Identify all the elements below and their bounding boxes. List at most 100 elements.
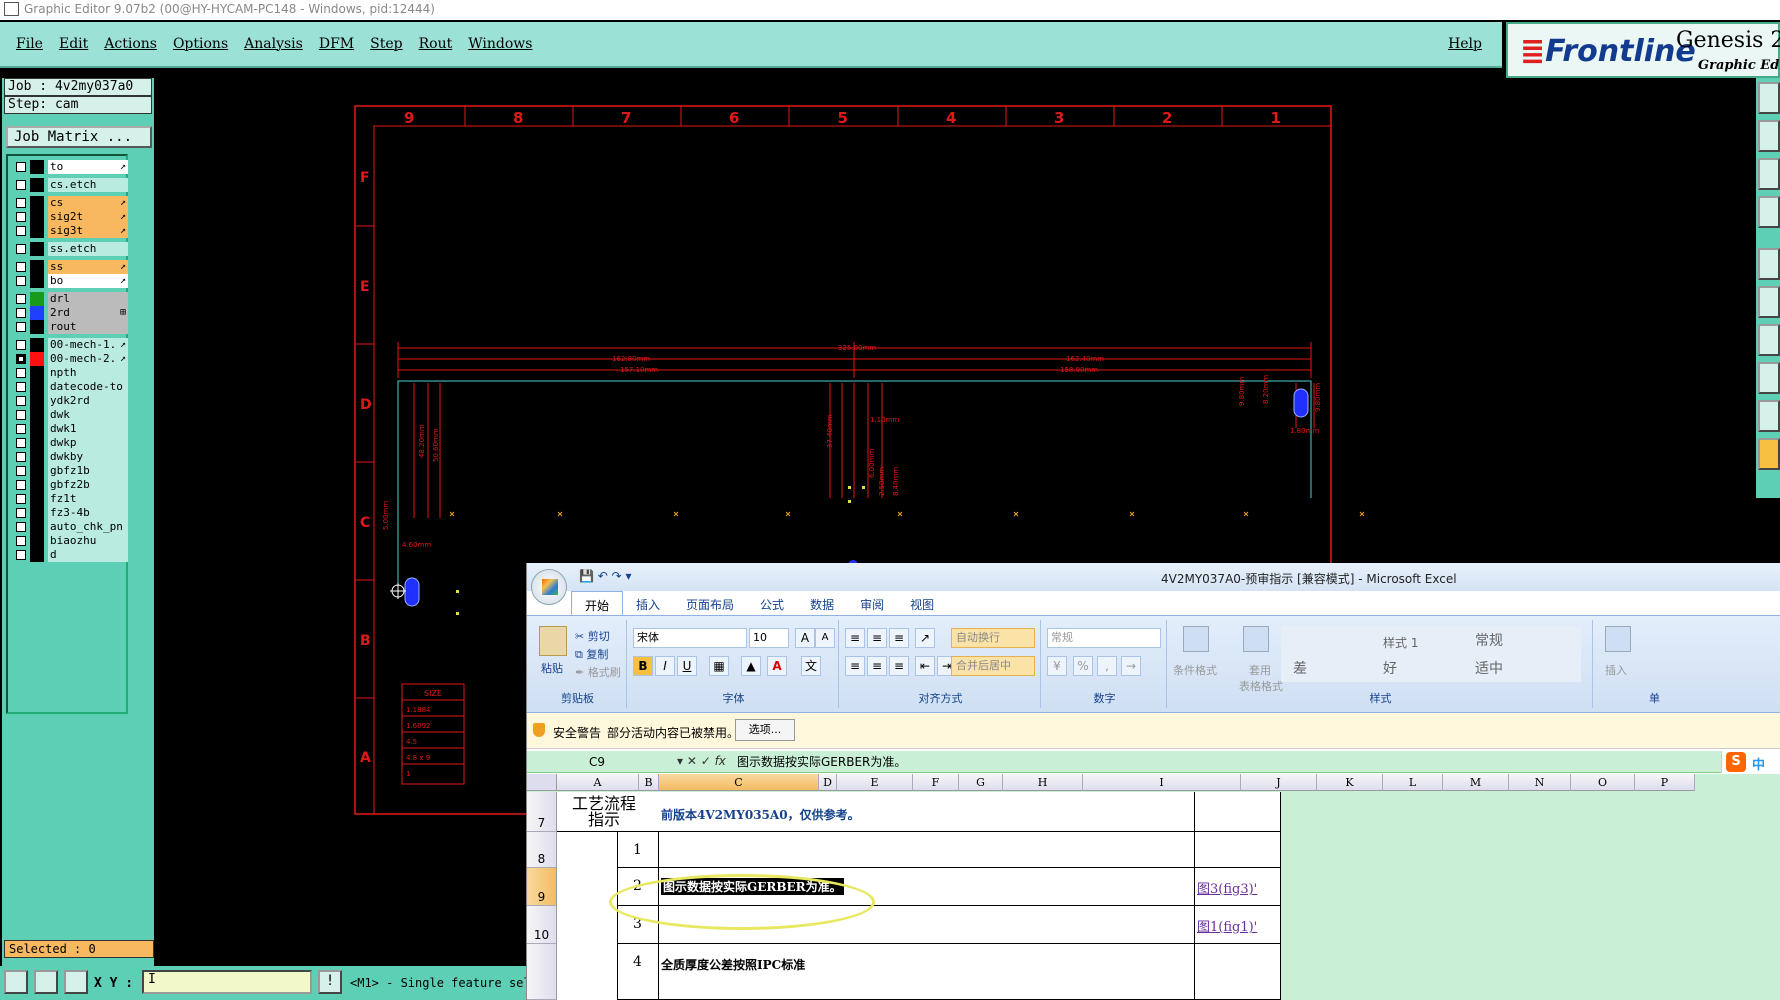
layer-row[interactable]: fz3-4b <box>12 506 128 520</box>
font-name-select[interactable]: 宋体 <box>633 628 747 648</box>
fig1-link[interactable]: 图1(fig1)' <box>1197 916 1257 935</box>
tool-route-icon[interactable] <box>1758 286 1780 318</box>
layer-row[interactable]: 00-mech-1. ↗ <box>12 338 128 352</box>
layer-row[interactable]: to ↗ <box>12 160 128 174</box>
layer-color-swatch[interactable] <box>30 478 44 492</box>
layer-name[interactable]: dwkby <box>48 450 128 464</box>
style-bad[interactable]: 差 <box>1293 658 1307 678</box>
column-header[interactable]: P <box>1635 774 1695 791</box>
layer-color-swatch[interactable] <box>30 306 44 320</box>
select-all-corner[interactable] <box>527 774 557 791</box>
layer-row[interactable]: npth <box>12 366 128 380</box>
menu-help[interactable]: Help <box>1440 36 1490 52</box>
font-size-select[interactable]: 10 <box>749 628 789 648</box>
layer-checkbox[interactable] <box>16 452 26 462</box>
snap-icon[interactable] <box>4 970 28 994</box>
ribbon-tab[interactable]: 页面布局 <box>673 591 747 615</box>
layer-color-swatch[interactable] <box>30 436 44 450</box>
job-matrix-button[interactable]: Job Matrix ... <box>6 126 152 148</box>
grid-icon[interactable] <box>64 970 88 994</box>
column-header[interactable]: F <box>913 774 959 791</box>
layer-checkbox[interactable] <box>16 340 26 350</box>
ribbon-tab[interactable]: 开始 <box>571 591 624 615</box>
style-gallery[interactable] <box>1281 626 1581 682</box>
layer-name[interactable]: rout <box>48 320 128 334</box>
xy-input[interactable]: I <box>142 970 312 994</box>
layer-checkbox[interactable] <box>16 410 26 420</box>
layer-color-swatch[interactable] <box>30 464 44 478</box>
layer-checkbox[interactable] <box>16 322 26 332</box>
italic-button[interactable]: I <box>655 656 675 676</box>
percent-icon[interactable]: % <box>1073 656 1093 676</box>
fill-color-icon[interactable]: ▲ <box>741 656 761 676</box>
indent-decrease-icon[interactable]: ⇤ <box>915 656 935 676</box>
column-header[interactable]: K <box>1317 774 1383 791</box>
cell-j11[interactable] <box>1195 944 1281 1000</box>
tool-select-icon[interactable] <box>1758 438 1780 470</box>
layer-row[interactable]: bo ↗ <box>12 274 128 288</box>
layer-checkbox[interactable] <box>16 198 26 208</box>
shrink-font-icon[interactable]: A <box>815 628 835 648</box>
layer-row[interactable]: d <box>12 548 128 562</box>
conditional-format-button[interactable]: 条件格式 <box>1173 662 1217 678</box>
layer-checkbox[interactable] <box>16 536 26 546</box>
menu-windows[interactable]: Windows <box>460 36 540 52</box>
layer-name[interactable]: auto_chk_pn <box>48 520 128 534</box>
info-icon[interactable]: ! <box>318 970 342 994</box>
column-header[interactable]: M <box>1443 774 1509 791</box>
layer-row[interactable]: biaozhu <box>12 534 128 548</box>
layer-color-swatch[interactable] <box>30 534 44 548</box>
menu-rout[interactable]: Rout <box>411 36 461 52</box>
layer-name[interactable]: npth <box>48 366 128 380</box>
name-box[interactable]: C9 <box>529 753 665 771</box>
cut-button[interactable]: ✂ 剪切 <box>575 628 610 644</box>
ribbon-tab[interactable]: 数据 <box>797 591 847 615</box>
row-header[interactable]: 8 <box>527 832 557 868</box>
layer-row[interactable]: ss ↗ <box>12 260 128 274</box>
tool-move-icon[interactable] <box>1758 120 1780 152</box>
layer-color-swatch[interactable] <box>30 320 44 334</box>
ribbon-tab[interactable]: 公式 <box>747 591 797 615</box>
cell-a8[interactable] <box>557 832 617 1000</box>
column-header[interactable]: O <box>1571 774 1635 791</box>
style-normal[interactable]: 常规 <box>1475 630 1503 650</box>
layer-checkbox[interactable] <box>16 396 26 406</box>
font-color-icon[interactable]: A <box>767 656 787 676</box>
layer-name[interactable]: ss ↗ <box>48 260 128 274</box>
column-header[interactable]: H <box>1003 774 1083 791</box>
align-bottom-icon[interactable]: ≡ <box>889 628 909 648</box>
layer-name[interactable]: dwkp <box>48 436 128 450</box>
layer-row[interactable]: gbfz2b <box>12 478 128 492</box>
row-header[interactable]: 10 <box>527 906 557 944</box>
style-good[interactable]: 好 <box>1383 658 1397 678</box>
increase-decimal-icon[interactable]: → <box>1121 656 1141 676</box>
column-header[interactable]: C <box>659 774 819 791</box>
layer-color-swatch[interactable] <box>30 422 44 436</box>
layer-checkbox[interactable] <box>16 244 26 254</box>
menu-actions[interactable]: Actions <box>96 36 165 52</box>
spreadsheet-grid[interactable]: ABCDEFGHIJKLMNOP 7 8 9 10 工艺流程指示 前版本4V2MY03… <box>527 774 1780 1000</box>
layer-checkbox[interactable] <box>16 262 26 272</box>
layer-row[interactable]: dwkp <box>12 436 128 450</box>
layer-checkbox[interactable] <box>16 466 26 476</box>
layer-checkbox[interactable] <box>16 382 26 392</box>
layer-name[interactable]: cs ↗ <box>48 196 128 210</box>
layer-name[interactable]: ss.etch <box>48 242 128 256</box>
menu-analysis[interactable]: Analysis <box>236 36 311 52</box>
layer-name[interactable]: fz1t <box>48 492 128 506</box>
layer-checkbox[interactable] <box>16 276 26 286</box>
layer-checkbox[interactable] <box>16 294 26 304</box>
layer-name[interactable]: sig3t ↗ <box>48 224 128 238</box>
row-header[interactable] <box>527 944 557 1000</box>
measure-icon[interactable] <box>34 970 58 994</box>
cell-j7[interactable] <box>1195 792 1281 832</box>
layer-name[interactable]: d <box>48 548 128 562</box>
layer-name[interactable]: biaozhu <box>48 534 128 548</box>
style-neutral[interactable]: 适中 <box>1475 658 1503 678</box>
layer-name[interactable]: 00-mech-2. ↗ <box>48 352 128 366</box>
fx-icon[interactable]: ▾ ✕ ✓ fx <box>677 754 726 768</box>
formula-input[interactable]: 图示数据按实际GERBER为准。 <box>737 753 906 771</box>
layer-checkbox[interactable] <box>16 438 26 448</box>
layer-name[interactable]: drl <box>48 292 128 306</box>
underline-button[interactable]: U <box>677 656 697 676</box>
